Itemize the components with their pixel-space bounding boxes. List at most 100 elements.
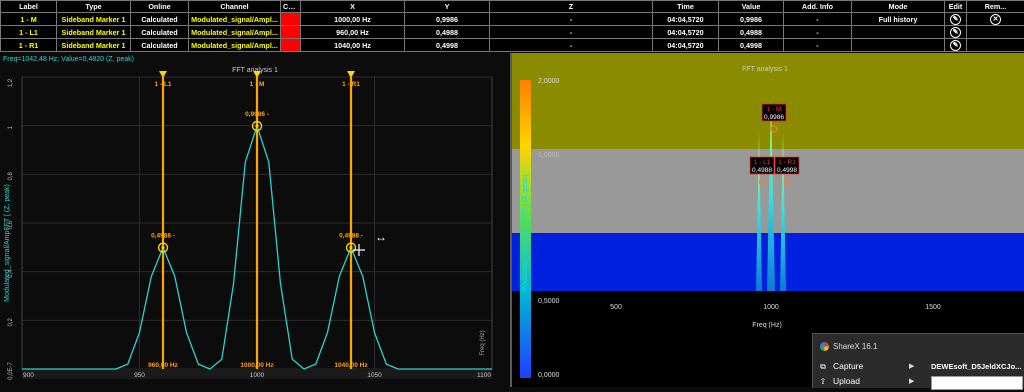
x-axis-label: Freq (Hz) [480,330,486,355]
remove-icon[interactable]: ✕ [990,14,1001,25]
y-tick-label: 0,2 [8,318,14,327]
fft-line-chart[interactable]: Freq=1042,48 Hz; Value=0,4820 (Z, peak) … [0,53,510,387]
marker-table: Label Type Online Channel Col... X Y Z T… [0,0,1024,52]
marker-value-label: 0,9986 - [245,111,269,118]
edit-icon[interactable]: ✎ [950,40,961,51]
marker-label: 1 - L1 [155,81,172,88]
table-row[interactable]: 1 - M Sideband Marker 1 Calculated Modul… [1,13,1024,26]
x-tick-label: 1100 [477,372,491,379]
table-row[interactable]: 1 - L1 Sideband Marker 1 Calculated Modu… [1,26,1024,39]
cell-value: 0,9986 [719,13,784,26]
chart-title: FFT analysis 1 [742,66,788,73]
edit-cell[interactable]: ✎ [945,39,967,52]
scale-label: 1,0000 [538,152,560,159]
y-tick-label: 0,4 [8,269,14,278]
cell-time: 04:04,5720 [653,39,719,52]
cursor-readout: Freq=1042,48 Hz; Value=0,4820 (Z, peak) [3,56,134,63]
marker-value-label: 0,4988 - [339,233,363,240]
marker-freq-label: 1040,00 Hz [334,362,368,369]
column-header[interactable]: X [301,1,405,13]
fft-line-chart-svg[interactable]: Freq=1042,48 Hz; Value=0,4820 (Z, peak) … [0,53,510,387]
column-header[interactable]: Type [57,1,131,13]
x-ticks: 900950100010501100 [22,369,492,379]
column-header[interactable]: Add. Info [784,1,852,13]
column-header[interactable]: Value [719,1,784,13]
edit-cell[interactable]: ✎ [945,13,967,26]
cell-z: - [490,26,653,39]
column-header[interactable]: Label [1,1,57,13]
marker-freq-label: 960,00 Hz [148,362,178,369]
edit-icon[interactable]: ✎ [950,14,961,25]
cell-channel[interactable]: Modulated_signal/Ampl... [189,26,281,39]
cell-channel[interactable]: Modulated_signal/Ampl... [189,13,281,26]
menu-item-upload[interactable]: ⇧ Upload [819,376,860,386]
marker-point-center [255,124,258,127]
marker-label: 1 - R1 [342,81,360,88]
cell-x: 960,00 Hz [301,26,405,39]
column-header[interactable]: Channel [189,1,281,13]
color-swatch[interactable] [281,26,301,39]
marker-tag-label: 1 - R1 [778,159,796,166]
x-tick-label: 1000 [763,304,779,311]
sharex-menu[interactable]: ShareX 16.1 ⧉Capture ▶ ⇧Upload ▶ DEWEsof… [812,333,1024,388]
edit-cell[interactable]: ✎ [945,26,967,39]
cell-online: Calculated [131,26,189,39]
cell-online: Calculated [131,39,189,52]
column-header[interactable]: Edit [945,1,967,13]
color-swatch[interactable] [281,13,301,26]
cell-x: 1000,00 Hz [301,13,405,26]
cell-label: 1 - R1 [1,39,57,52]
resize-cursor-icon: ↔ [375,230,387,244]
chart-background [0,53,510,387]
cell-time: 04:04,5720 [653,13,719,26]
menu-item-label: Upload [833,376,860,386]
x-tick-label: 900 [23,372,34,379]
capture-icon: ⧉ [819,362,827,372]
marker-point-center [349,246,352,249]
column-header[interactable]: Z [490,1,653,13]
upload-icon: ⇧ [819,377,827,386]
remove-cell[interactable]: ✕ [967,13,1024,26]
cell-time: 04:04,5720 [653,26,719,39]
sharex-logo-icon [820,342,829,351]
cell-channel[interactable]: Modulated_signal/Ampl... [189,39,281,52]
capture-filename: DEWEsoft_D5JeldXCJo... [931,362,1021,371]
marker-tag-value: 0,9986 [764,114,784,121]
cell-add-info: - [784,26,852,39]
edit-icon[interactable]: ✎ [950,27,961,38]
marker-tag-value: 0,4998 [777,167,797,174]
column-header[interactable]: Col... [281,1,301,13]
marker-tag-label: 1 - L1 [754,159,771,166]
column-header[interactable]: Online [131,1,189,13]
x-axis-label: Freq (Hz) [752,322,782,329]
menu-item-capture[interactable]: ⧉Capture [819,361,863,372]
cell-type[interactable]: Sideband Marker 1 [57,39,131,52]
y-tick-label: 0,0E-7 [8,362,14,380]
cell-x: 1040,00 Hz [301,39,405,52]
cell-y: 0,9986 [405,13,490,26]
column-header[interactable]: Rem... [967,1,1024,13]
cell-mode[interactable] [852,26,945,39]
y-axis-label: Modulated_signal/AmpFFT [ (Z, peak) [522,174,529,292]
column-header[interactable]: Y [405,1,490,13]
cell-mode[interactable]: Full history [852,13,945,26]
remove-cell [967,26,1024,39]
cell-label: 1 - M [1,13,57,26]
color-swatch[interactable] [281,39,301,52]
cell-label: 1 - L1 [1,26,57,39]
marker-value-label: 0,4988 - [151,233,175,240]
cell-y: 0,4998 [405,39,490,52]
column-header[interactable]: Time [653,1,719,13]
y-tick-label: 1,2 [8,78,14,87]
table-row[interactable]: 1 - R1 Sideband Marker 1 Calculated Modu… [1,39,1024,52]
column-header[interactable]: Mode [852,1,945,13]
table-header-row: Label Type Online Channel Col... X Y Z T… [1,1,1024,13]
svg-text:↔: ↔ [375,230,387,244]
cell-type[interactable]: Sideband Marker 1 [57,26,131,39]
cell-type[interactable]: Sideband Marker 1 [57,13,131,26]
x-tick-label: 500 [610,304,622,311]
x-tick-label: 1000 [250,372,265,379]
scale-label: 2,0000 [538,78,560,85]
capture-thumbnail[interactable] [931,376,1023,390]
cell-mode[interactable] [852,39,945,52]
